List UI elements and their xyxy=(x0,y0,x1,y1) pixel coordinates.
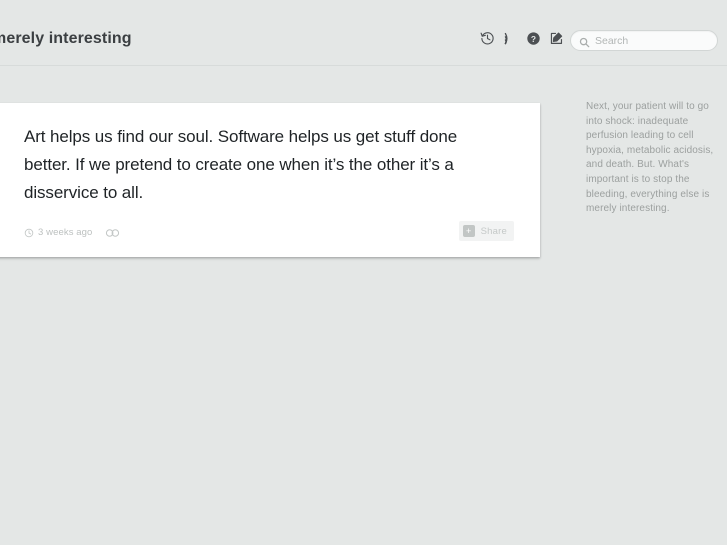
history-icon[interactable] xyxy=(480,31,495,47)
sidebar-description: Next, your patient will to go into shock… xyxy=(586,101,714,215)
header-icon-group: ? xyxy=(480,31,564,47)
post-text: Art helps us find our soul. Software hel… xyxy=(24,127,458,202)
share-button-label: Share xyxy=(480,225,507,237)
post-timestamp[interactable]: 3 weeks ago xyxy=(38,227,92,238)
share-button[interactable]: + Share xyxy=(458,221,514,241)
top-header-bar: merely interesting ? xyxy=(0,0,727,66)
link-icon[interactable] xyxy=(105,228,120,238)
search-input[interactable] xyxy=(595,34,710,47)
search-icon xyxy=(579,35,590,48)
post-meta: 3 weeks ago xyxy=(24,227,120,238)
svg-text:?: ? xyxy=(531,34,536,44)
blog-title[interactable]: merely interesting xyxy=(0,30,132,48)
search-box[interactable] xyxy=(570,30,718,51)
share-glyph-icon: + xyxy=(462,225,475,237)
rss-icon[interactable] xyxy=(503,31,518,47)
post-card[interactable]: Art helps us find our soul. Software hel… xyxy=(0,103,540,257)
sidebar: Next, your patient will to go into shock… xyxy=(586,100,720,217)
help-icon[interactable]: ? xyxy=(526,31,541,47)
post-footer: 3 weeks ago + Share xyxy=(24,221,520,245)
compose-icon[interactable] xyxy=(549,31,564,47)
clock-icon xyxy=(24,228,34,238)
